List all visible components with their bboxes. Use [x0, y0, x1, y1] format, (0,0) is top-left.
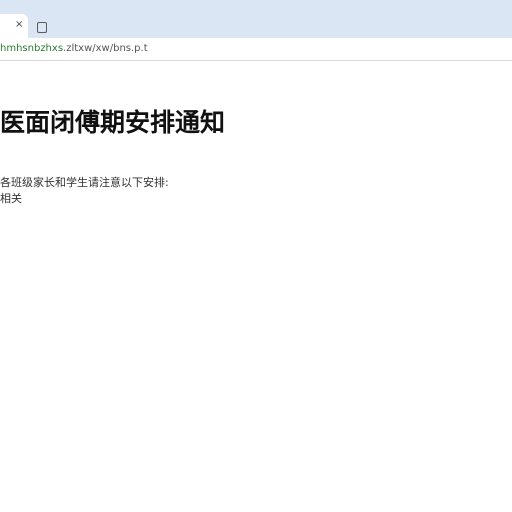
tab-strip: ×: [0, 0, 512, 38]
address-host: hmhsnbzhxs.: [0, 43, 67, 54]
body-text-line: 相关: [0, 192, 22, 205]
page-title: 医面闭傅期安排通知: [0, 108, 226, 137]
tab-close-icon[interactable]: ×: [15, 18, 23, 32]
body-text-line: 各班级家长和学生请注意以下安排:: [0, 176, 169, 189]
new-tab-icon[interactable]: [37, 22, 47, 33]
address-path: zltxw/xw/bns.p.t: [66, 43, 148, 54]
browser-tab[interactable]: [0, 14, 28, 38]
address-url[interactable]: hmhsnbzhxs.zltxw/xw/bns.p.t: [0, 42, 148, 56]
